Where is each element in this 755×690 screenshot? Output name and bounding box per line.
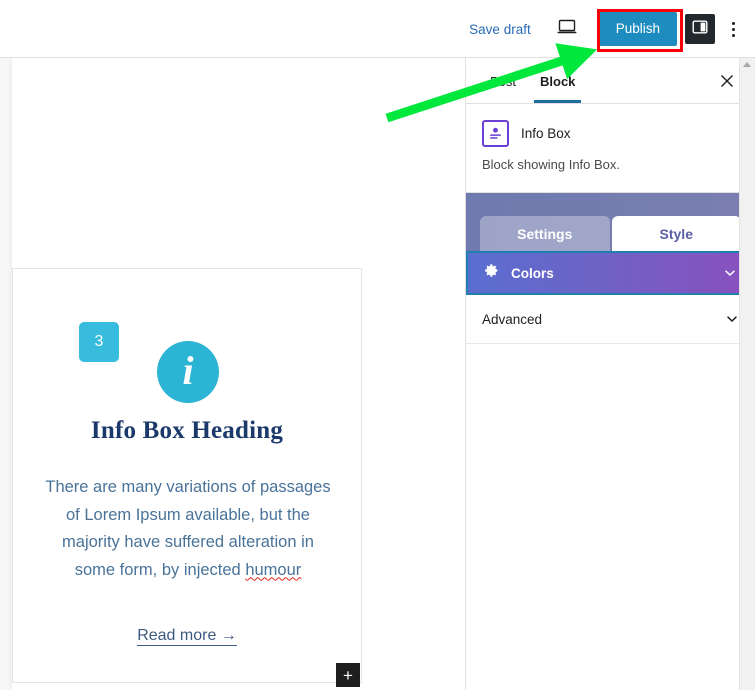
info-box-read-more-wrapper: Read more → (13, 627, 361, 646)
settings-sidebar-toggle-button[interactable] (685, 14, 715, 44)
block-info-card: Info Box Block showing Info Box. (466, 104, 755, 194)
chevron-down-icon (723, 266, 737, 280)
read-more-link[interactable]: Read more → (137, 627, 237, 646)
block-title: Info Box (521, 126, 571, 141)
misspelled-word: humour (245, 560, 302, 579)
tab-post[interactable]: Post (478, 60, 528, 102)
tab-style[interactable]: Style (611, 216, 741, 252)
chevron-down-icon (725, 312, 739, 326)
vertical-ellipsis-icon-dot (731, 27, 735, 31)
add-block-button[interactable]: + (336, 663, 360, 687)
info-box-block[interactable]: 3 i Info Box Heading There are many vari… (12, 268, 362, 683)
editor-document[interactable]: 3 i Info Box Heading There are many vari… (12, 58, 465, 690)
more-options-button[interactable] (717, 11, 749, 47)
editor-top-bar: Save draft Publish (0, 0, 755, 58)
tab-settings[interactable]: Settings (480, 216, 610, 252)
sidebar-scrollbar[interactable] (739, 58, 755, 690)
close-sidebar-button[interactable] (715, 69, 739, 93)
desktop-preview-icon (557, 19, 577, 40)
settings-sidebar: Post Block Info Box Block showing Info B… (465, 58, 755, 690)
info-box-heading[interactable]: Info Box Heading (13, 417, 361, 445)
save-draft-button[interactable]: Save draft (459, 16, 541, 43)
close-icon (721, 74, 733, 87)
block-info-header: Info Box (482, 120, 739, 147)
plugin-settings-tab-bar: Settings Style (466, 193, 755, 252)
block-description: Block showing Info Box. (482, 157, 621, 172)
tab-block[interactable]: Block (528, 60, 587, 103)
info-box-number-badge: 3 (79, 322, 119, 362)
preview-desktop-button[interactable] (549, 11, 585, 47)
vertical-ellipsis-icon-dot (731, 33, 735, 37)
editor-canvas[interactable]: 3 i Info Box Heading There are many vari… (0, 58, 465, 690)
vertical-ellipsis-icon-dot (731, 21, 735, 25)
panel-colors[interactable]: Colors (466, 251, 755, 296)
editor-window: Save draft Publish 3 i Info Box Heading … (0, 0, 755, 690)
gear-icon (482, 262, 499, 284)
top-bar-actions: Save draft Publish (459, 0, 755, 58)
publish-button-wrapper: Publish (598, 12, 677, 46)
panel-advanced-label: Advanced (482, 311, 543, 327)
publish-button[interactable]: Publish (598, 12, 677, 46)
sidebar-panel-icon (692, 19, 708, 40)
info-circle-icon: i (157, 341, 219, 403)
panel-advanced[interactable]: Advanced (466, 295, 755, 345)
sidebar-tab-bar: Post Block (466, 58, 755, 104)
scroll-up-arrow-icon[interactable] (743, 62, 751, 67)
info-icon-glyph: i (182, 347, 194, 393)
info-box-block-icon (482, 120, 509, 147)
panel-colors-label: Colors (511, 265, 554, 281)
info-box-body-text[interactable]: There are many variations of passages of… (41, 474, 335, 584)
